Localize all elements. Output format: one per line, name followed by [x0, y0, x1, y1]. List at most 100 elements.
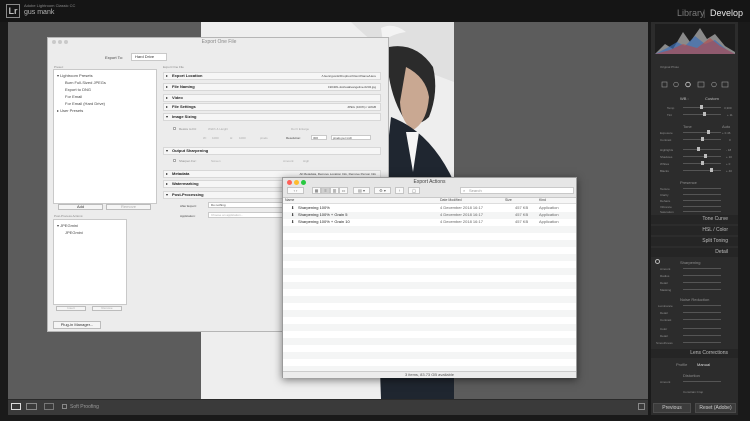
list-view-icon[interactable]: ≡: [321, 187, 330, 194]
smoothness-slider[interactable]: [683, 342, 721, 343]
shadows-slider[interactable]: [683, 156, 721, 157]
col-date[interactable]: Date Modified: [440, 198, 462, 202]
col-name[interactable]: Name: [285, 198, 294, 202]
post-process-item[interactable]: ▾ JPEGmini: [57, 223, 78, 228]
soft-proofing-checkbox[interactable]: [62, 404, 67, 409]
gallery-view-icon[interactable]: ▭: [339, 187, 348, 194]
section-file-settings[interactable]: ▸ File Settings JPEG (100%) / sRGB: [163, 103, 381, 111]
group-icon[interactable]: ▤ ▾: [353, 187, 370, 194]
units-select[interactable]: pixels: [260, 136, 268, 140]
lum-contrast-slider[interactable]: [683, 319, 721, 320]
color-detail-slider[interactable]: [683, 335, 721, 336]
insert-action-button[interactable]: Insert: [56, 306, 86, 311]
section-detail[interactable]: Detail: [651, 248, 738, 257]
tint-slider[interactable]: [683, 114, 721, 115]
preset-folder-user[interactable]: ▸ User Presets: [57, 108, 83, 113]
compare-view-icon[interactable]: [44, 403, 54, 410]
sharp-amount-slider[interactable]: [683, 268, 721, 269]
post-process-item[interactable]: JPEGmini: [65, 230, 83, 235]
tint-value[interactable]: + 11: [727, 113, 733, 117]
lens-tab-profile[interactable]: Profile: [676, 362, 687, 367]
sharp-radius-slider[interactable]: [683, 275, 721, 276]
module-develop[interactable]: Develop: [710, 8, 743, 18]
distortion-amount-slider[interactable]: [683, 381, 721, 382]
preset-item[interactable]: Burn Full-Sized JPEGs: [65, 80, 106, 85]
exposure-slider[interactable]: [683, 132, 721, 133]
blacks-knob[interactable]: [710, 168, 713, 172]
sharp-masking-slider[interactable]: [683, 289, 721, 290]
section-video[interactable]: ▸ Video: [163, 94, 381, 102]
blacks-slider[interactable]: [683, 170, 721, 171]
remove-preset-button[interactable]: Remove: [106, 204, 151, 210]
application-field[interactable]: Choose an application...: [208, 212, 288, 218]
preset-item[interactable]: Export to DNG: [65, 87, 91, 92]
resize-to-fit-checkbox[interactable]: [173, 127, 176, 130]
saturation-slider[interactable]: [683, 211, 721, 212]
preset-item[interactable]: For Email: [65, 94, 82, 99]
contrast-knob[interactable]: [701, 137, 704, 141]
sharpen-for-select[interactable]: Screen: [211, 159, 221, 163]
whites-knob[interactable]: [701, 161, 704, 165]
exposure-value[interactable]: + 0.46: [722, 131, 730, 135]
sharp-detail-slider[interactable]: [683, 282, 721, 283]
finder-search-input[interactable]: Search: [460, 187, 574, 194]
back-forward-icon[interactable]: ‹ ›: [287, 187, 304, 194]
shadows-knob[interactable]: [704, 154, 707, 158]
export-to-select[interactable]: Hard Drive: [131, 53, 167, 61]
texture-slider[interactable]: [683, 188, 721, 189]
dont-enlarge-checkbox[interactable]: Don't Enlarge: [291, 127, 309, 131]
add-preset-button[interactable]: Add: [58, 204, 103, 210]
resolution-field[interactable]: 300: [311, 135, 327, 140]
before-after-view-icon[interactable]: [26, 403, 37, 410]
dehaze-slider[interactable]: [683, 200, 721, 201]
lens-tab-manual[interactable]: Manual: [697, 362, 710, 367]
wb-value[interactable]: Custom: [705, 96, 719, 101]
loupe-view-icon[interactable]: [11, 403, 21, 410]
section-export-location[interactable]: ▸ Export Location/Users/gusnk/Dropbox/Cli…: [163, 72, 381, 80]
previous-button[interactable]: Previous: [653, 403, 691, 413]
section-lens-corrections[interactable]: Lens Corrections: [651, 349, 738, 358]
tag-icon[interactable]: ◯: [408, 187, 420, 194]
section-hsl-color[interactable]: HSL / Color: [651, 226, 738, 235]
share-icon[interactable]: ↑: [395, 187, 404, 194]
exposure-knob[interactable]: [707, 130, 710, 134]
module-library[interactable]: Library: [677, 8, 705, 18]
whites-value[interactable]: + 0: [726, 162, 730, 166]
icon-view-icon[interactable]: ▦: [312, 187, 321, 194]
section-split-toning[interactable]: Split Toning: [651, 237, 738, 246]
highlights-knob[interactable]: [697, 147, 700, 151]
sharpen-for-checkbox[interactable]: [173, 159, 176, 162]
vibrance-slider[interactable]: [683, 206, 721, 207]
finder-row[interactable]: ⬇ Sharpening 100% 4 December 2018 16:17 …: [283, 205, 576, 211]
resize-mode-select[interactable]: Width & Height: [208, 127, 228, 131]
luminance-slider[interactable]: [683, 305, 721, 306]
width-field[interactable]: 1000: [212, 136, 219, 140]
clarity-slider[interactable]: [683, 194, 721, 195]
height-field[interactable]: 1000: [239, 136, 246, 140]
preset-folder-lightroom[interactable]: ▾ Lightroom Presets: [57, 73, 93, 78]
finder-row[interactable]: ⬇ Sharpening 100% + Grain 5 4 December 2…: [283, 212, 576, 218]
highlights-value[interactable]: - 18: [726, 148, 731, 152]
blacks-value[interactable]: + 40: [726, 169, 732, 173]
tint-knob[interactable]: [703, 112, 706, 116]
remove-action-button[interactable]: Remove: [92, 306, 122, 311]
sharpen-amount-select[interactable]: High: [303, 159, 309, 163]
preset-item[interactable]: For Email (Hard Drive): [65, 101, 105, 106]
column-view-icon[interactable]: ▥: [330, 187, 339, 194]
temp-value[interactable]: 3,300: [724, 106, 732, 110]
shadows-value[interactable]: + 10: [726, 155, 732, 159]
col-kind[interactable]: Kind: [539, 198, 546, 202]
tone-auto-button[interactable]: Auto: [722, 124, 730, 129]
color-nr-slider[interactable]: [683, 328, 721, 329]
action-gear-icon[interactable]: ⚙ ▾: [374, 187, 391, 194]
resolution-units-select[interactable]: pixels per inch: [331, 135, 371, 140]
info-icon[interactable]: [655, 259, 660, 264]
col-size[interactable]: Size: [505, 198, 512, 202]
lum-detail-slider[interactable]: [683, 312, 721, 313]
section-output-sharpening[interactable]: ▾ Output Sharpening: [163, 147, 381, 155]
highlights-slider[interactable]: [683, 149, 721, 150]
finder-row[interactable]: ⬇ Sharpening 100% + Grain 10 4 December …: [283, 219, 576, 225]
after-export-select[interactable]: Do nothing: [208, 202, 288, 208]
contrast-value[interactable]: 0: [729, 138, 731, 142]
plugin-manager-button[interactable]: Plug-in Manager...: [53, 321, 101, 329]
